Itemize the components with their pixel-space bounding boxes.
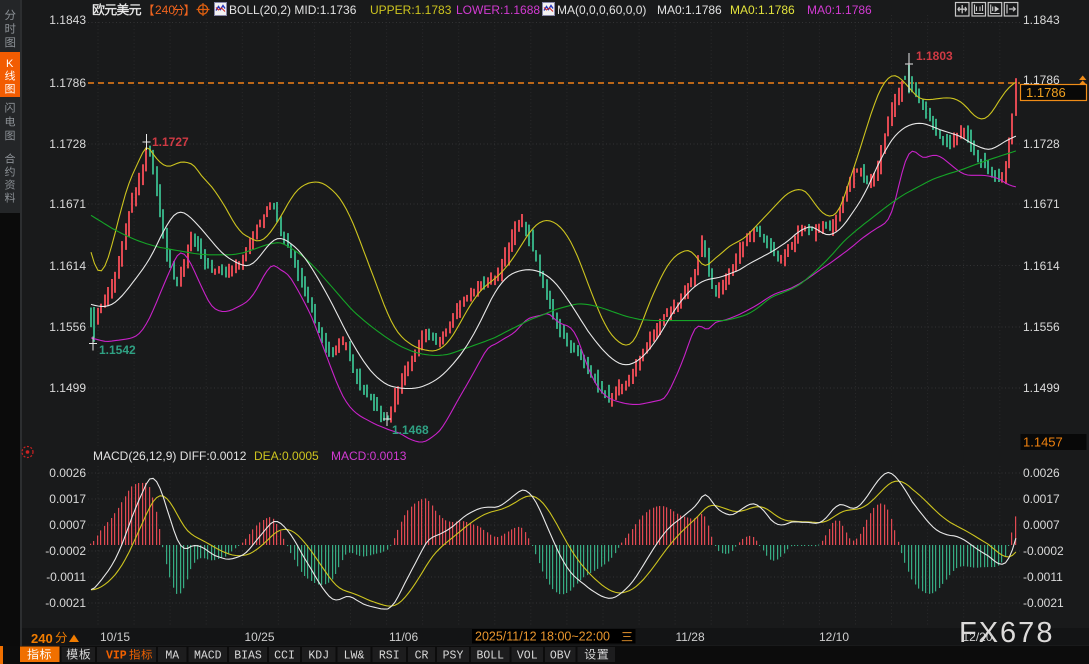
svg-text:CR: CR (415, 650, 429, 663)
svg-text:MACD: MACD (194, 650, 222, 663)
svg-text:240: 240 (31, 631, 53, 646)
svg-text:240: 240 (155, 3, 175, 17)
svg-text:MA0:1.1786: MA0:1.1786 (657, 3, 722, 17)
svg-text:RSI: RSI (379, 650, 400, 663)
svg-text:BOLL(20,2) MID:1.1736: BOLL(20,2) MID:1.1736 (229, 3, 357, 17)
svg-text:DEA:0.0005: DEA:0.0005 (254, 449, 319, 463)
svg-text:1.1786: 1.1786 (1026, 85, 1066, 100)
svg-text:LW&: LW& (344, 650, 365, 663)
svg-text:MA0:1.1786: MA0:1.1786 (730, 3, 795, 17)
svg-text:MACD:0.0013: MACD:0.0013 (331, 449, 407, 463)
svg-text:LOWER:1.1688: LOWER:1.1688 (456, 3, 540, 17)
svg-text:UPPER:1.1783: UPPER:1.1783 (370, 3, 452, 17)
svg-text:OBV: OBV (550, 650, 571, 663)
svg-text:2025/11/12 18:00~22:00: 2025/11/12 18:00~22:00 (475, 630, 610, 644)
svg-text:PSY: PSY (443, 650, 464, 663)
svg-text:MACD(26,12,9) DIFF:0.0012: MACD(26,12,9) DIFF:0.0012 (93, 449, 247, 463)
svg-text:MA(0,0,0,60,0,0): MA(0,0,0,60,0,0) (557, 3, 646, 17)
svg-text:VIP: VIP (106, 650, 127, 663)
svg-text:CCI: CCI (274, 650, 295, 663)
svg-text:VOL: VOL (517, 650, 538, 663)
svg-text:1.1457: 1.1457 (1023, 435, 1063, 450)
svg-text:MA: MA (165, 650, 179, 663)
svg-text:BIAS: BIAS (234, 650, 262, 663)
svg-text:BOLL: BOLL (476, 650, 504, 663)
svg-text:MA0:1.1786: MA0:1.1786 (807, 3, 872, 17)
svg-text:K: K (6, 58, 14, 70)
svg-text:KDJ: KDJ (308, 650, 329, 663)
